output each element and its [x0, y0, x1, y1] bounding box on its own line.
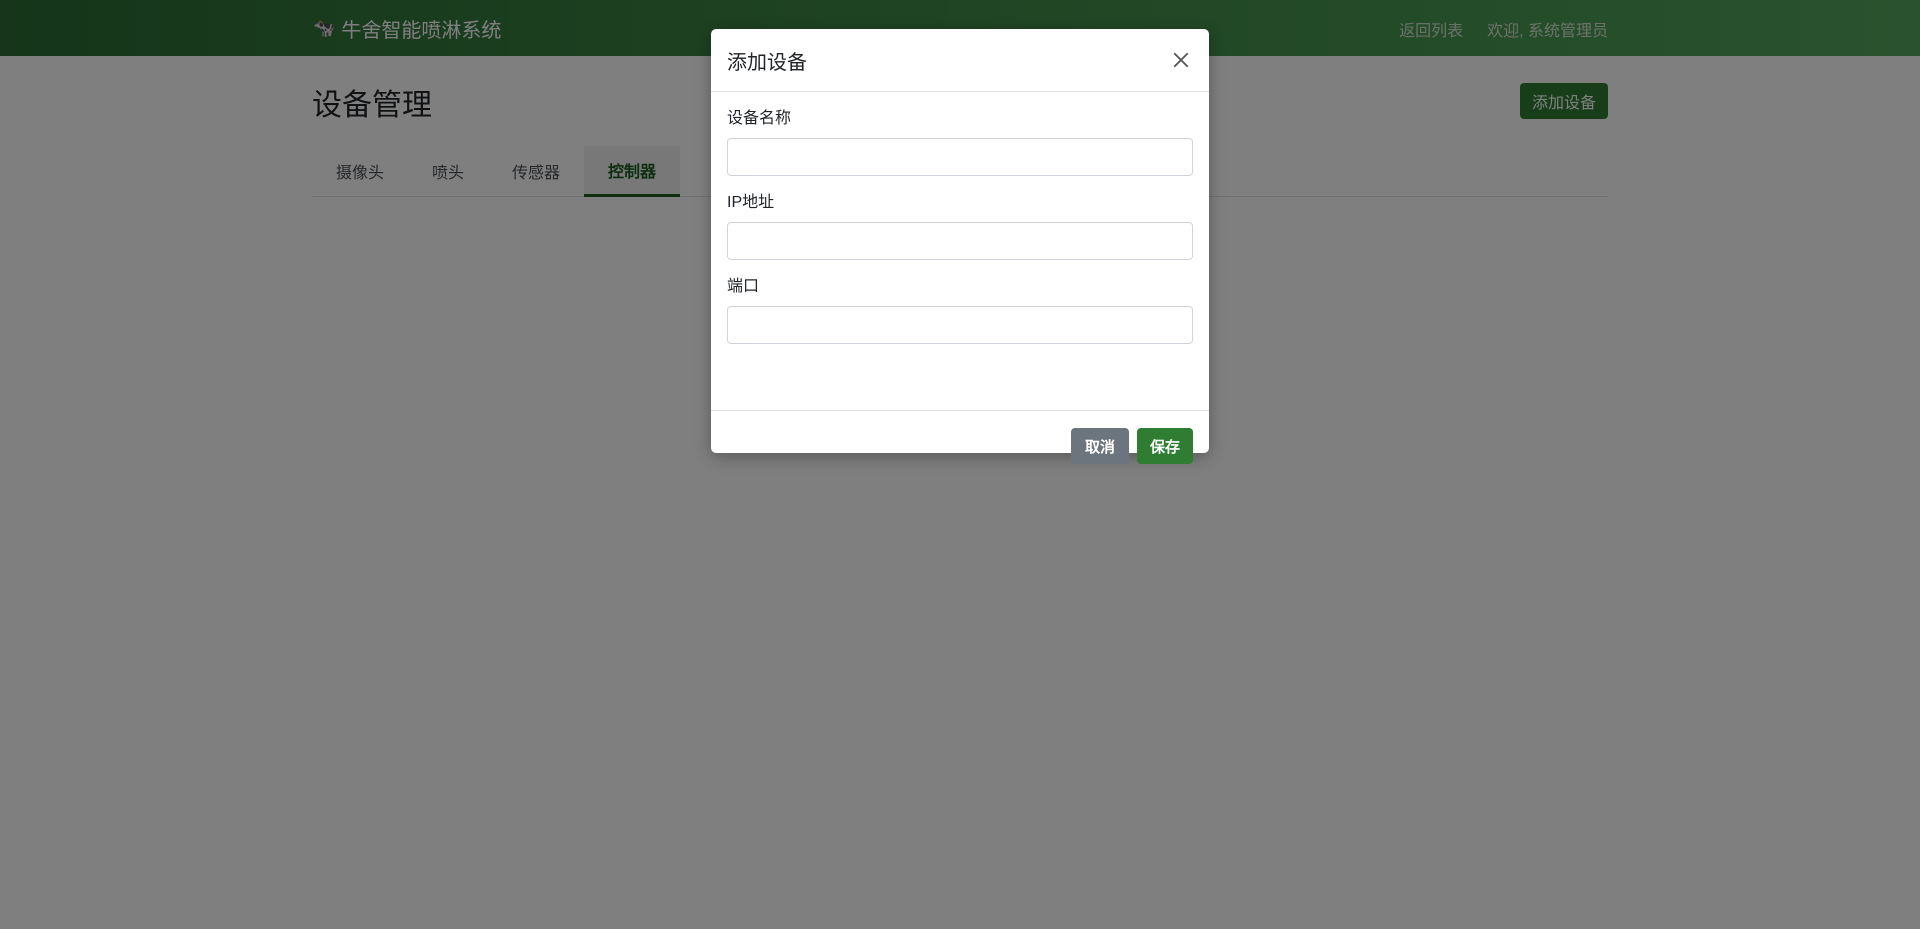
cancel-button[interactable]: 取消 [1071, 428, 1129, 464]
device-name-label: 设备名称 [727, 110, 792, 127]
modal-footer: 取消 保存 [711, 411, 1209, 481]
port-field-group: 端口 [727, 276, 1193, 344]
close-icon[interactable] [1169, 48, 1193, 72]
modal-title: 添加设备 [727, 51, 807, 74]
add-device-modal: 添加设备 设备名称 IP地址 端口 取消 保存 [711, 29, 1209, 464]
port-input[interactable] [727, 306, 1193, 344]
ip-address-label: IP地址 [727, 194, 775, 211]
device-name-input[interactable] [727, 138, 1193, 176]
ip-address-input[interactable] [727, 222, 1193, 260]
device-name-field-group: 设备名称 [727, 108, 1193, 176]
modal-body: 设备名称 IP地址 端口 [711, 92, 1209, 411]
modal-header: 添加设备 [711, 29, 1209, 92]
ip-address-field-group: IP地址 [727, 192, 1193, 260]
port-label: 端口 [727, 278, 760, 295]
save-button[interactable]: 保存 [1137, 428, 1193, 464]
